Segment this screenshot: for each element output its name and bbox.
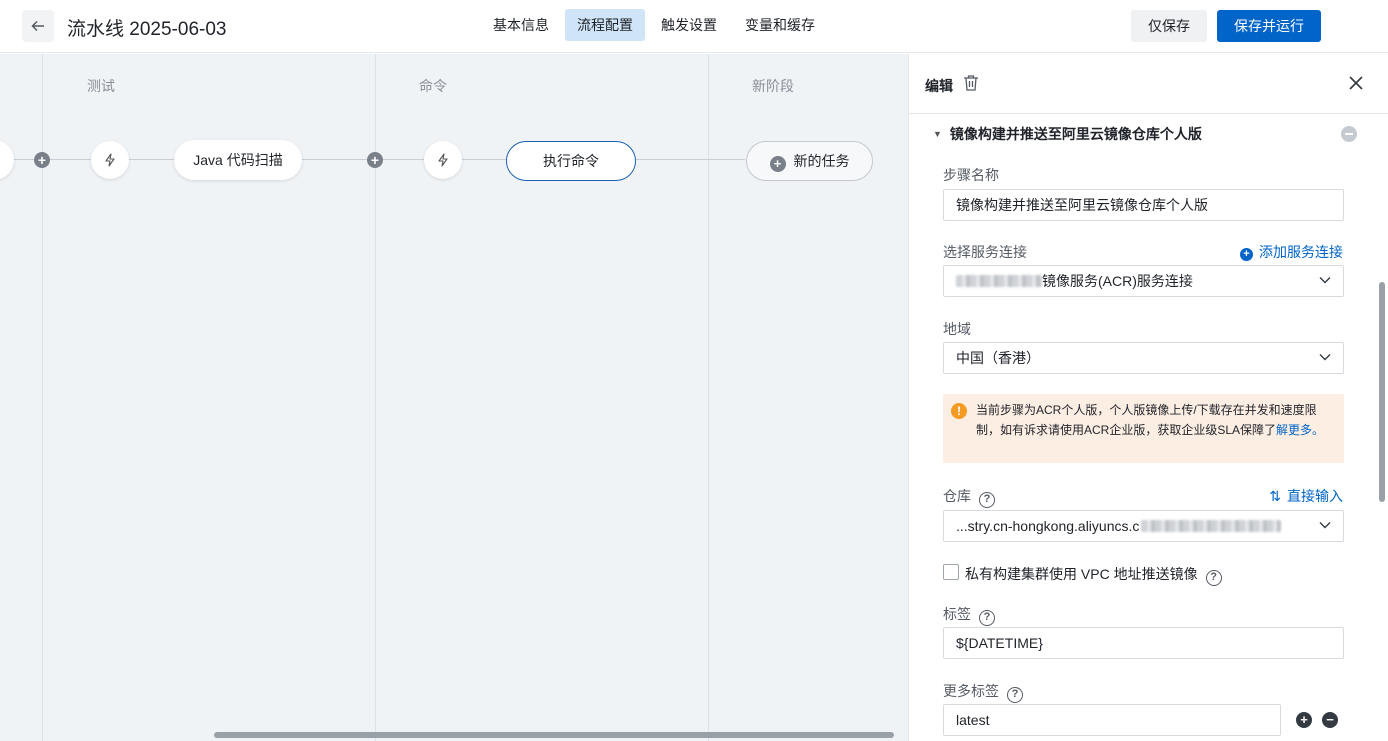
vertical-scrollbar[interactable] (1379, 282, 1385, 502)
more-tags-input[interactable]: latest (943, 704, 1281, 736)
panel-header: 编辑 (909, 54, 1388, 114)
remove-tag-icon[interactable]: − (1322, 712, 1338, 728)
help-icon[interactable]: ? (979, 610, 995, 626)
delete-button[interactable] (963, 74, 979, 95)
stage-title-test[interactable]: 测试 (87, 76, 115, 96)
help-icon[interactable]: ? (1205, 570, 1222, 586)
step-name-label: 步骤名称 (943, 167, 999, 183)
job-java-scan[interactable]: Java 代码扫描 (174, 140, 302, 180)
service-connection-value: 镜像服务(ACR)服务连接 (1042, 273, 1193, 289)
service-connection-select[interactable]: 镜像服务(ACR)服务连接 (943, 265, 1344, 297)
close-button[interactable] (1347, 74, 1365, 95)
help-icon[interactable]: ? (979, 492, 995, 508)
plus-circle-icon: + (1240, 248, 1253, 261)
add-service-connection-text: 添加服务连接 (1259, 244, 1343, 260)
trigger-node[interactable] (91, 141, 129, 179)
vpc-checkbox-label: 私有构建集群使用 VPC 地址推送镜像? (965, 564, 1222, 586)
job-run-command[interactable]: 执行命令 (506, 141, 636, 181)
panel-title: 编辑 (925, 78, 953, 94)
vpc-checkbox[interactable] (943, 564, 959, 580)
region-select[interactable]: 中国（香港） (943, 342, 1344, 374)
remove-step-icon[interactable] (1341, 126, 1357, 142)
new-job-label: 新的任务 (793, 153, 850, 169)
service-connection-label: 选择服务连接 (943, 244, 1027, 260)
trash-icon (964, 75, 978, 91)
trigger-node[interactable] (424, 141, 462, 179)
tab-trigger-settings[interactable]: 触发设置 (649, 9, 729, 41)
add-service-connection-link[interactable]: + 添加服务连接 (1240, 242, 1343, 262)
repository-select[interactable]: ...stry.cn-hongkong.aliyuncs.c (943, 510, 1344, 542)
more-tags-label-text: 更多标签 (943, 683, 999, 699)
close-icon (1349, 76, 1363, 90)
more-tags-label: 更多标签? (943, 681, 1023, 703)
tag-label-text: 标签 (943, 606, 971, 622)
save-button[interactable]: 仅保存 (1131, 10, 1207, 42)
stage-title-command[interactable]: 命令 (419, 76, 447, 96)
chevron-down-icon (1319, 277, 1331, 284)
redacted-text (956, 275, 1042, 287)
section-title-text: 镜像构建并推送至阿里云镜像仓库个人版 (949, 126, 1202, 142)
repository-label-text: 仓库 (943, 488, 971, 504)
tag-label: 标签? (943, 604, 995, 626)
tab-bar: 基本信息 流程配置 触发设置 变量和缓存 (481, 9, 827, 41)
stage-divider (708, 54, 709, 741)
pipeline-title: 流水线 2025-06-03 (67, 19, 227, 40)
add-tag-icon[interactable]: + (1296, 712, 1312, 728)
previous-job-node[interactable] (0, 140, 14, 180)
chevron-down-icon (1319, 354, 1331, 361)
pipeline-canvas: 测试 命令 新阶段 + Java 代码扫描 + 执行命令 + 新的任务 (0, 54, 908, 741)
direct-input-link[interactable]: ⇅ 直接输入 (1269, 486, 1343, 506)
tab-flow-config[interactable]: 流程配置 (565, 9, 645, 41)
swap-icon: ⇅ (1269, 488, 1281, 504)
lightning-icon (105, 153, 115, 167)
back-button[interactable] (22, 10, 54, 42)
repository-value: ...stry.cn-hongkong.aliyuncs.c (956, 518, 1140, 534)
top-header: 流水线 2025-06-03 基本信息 流程配置 触发设置 变量和缓存 仅保存 … (0, 0, 1388, 53)
caret-down-icon: ▼ (933, 129, 942, 139)
warning-message: 当前步骤为ACR个人版，个人版镜像上传/下载存在并发和速度限制，如有诉求请使用A… (976, 403, 1317, 437)
step-name-input[interactable]: 镜像构建并推送至阿里云镜像仓库个人版 (943, 189, 1344, 221)
region-value: 中国（香港） (956, 350, 1040, 366)
repository-label: 仓库? (943, 486, 995, 508)
plus-circle-icon: + (769, 156, 786, 172)
chevron-down-icon (1319, 522, 1331, 529)
region-label: 地域 (943, 321, 971, 337)
add-stage-icon[interactable]: + (367, 152, 383, 168)
tab-variables-cache[interactable]: 变量和缓存 (733, 9, 827, 41)
edit-panel: 编辑 ▼ 镜像构建并推送至阿里云镜像仓库个人版 步骤名称 镜像构建并推送至阿里云镜… (908, 54, 1388, 741)
warning-notice: ! 当前步骤为ACR个人版，个人版镜像上传/下载存在并发和速度限制，如有诉求请使… (943, 394, 1344, 463)
redacted-text (1141, 520, 1282, 532)
save-and-run-button[interactable]: 保存并运行 (1217, 10, 1321, 42)
add-stage-icon[interactable]: + (34, 152, 50, 168)
direct-input-text: 直接输入 (1287, 488, 1343, 504)
warning-text: 当前步骤为ACR个人版，个人版镜像上传/下载存在并发和速度限制，如有诉求请使用A… (976, 400, 1326, 440)
section-header[interactable]: ▼ 镜像构建并推送至阿里云镜像仓库个人版 (933, 124, 1202, 144)
horizontal-scrollbar[interactable] (214, 732, 894, 738)
lightning-icon (438, 153, 448, 167)
vpc-label-text: 私有构建集群使用 VPC 地址推送镜像 (965, 566, 1198, 582)
new-job-button[interactable]: + 新的任务 (746, 141, 873, 181)
stage-title-new[interactable]: 新阶段 (752, 76, 794, 96)
warning-icon: ! (951, 403, 967, 419)
arrow-left-icon (31, 20, 44, 32)
tab-basic-info[interactable]: 基本信息 (481, 9, 561, 41)
tag-input[interactable]: ${DATETIME} (943, 627, 1344, 659)
learn-more-link[interactable]: 解更多。 (1276, 423, 1324, 437)
help-icon[interactable]: ? (1007, 687, 1023, 703)
